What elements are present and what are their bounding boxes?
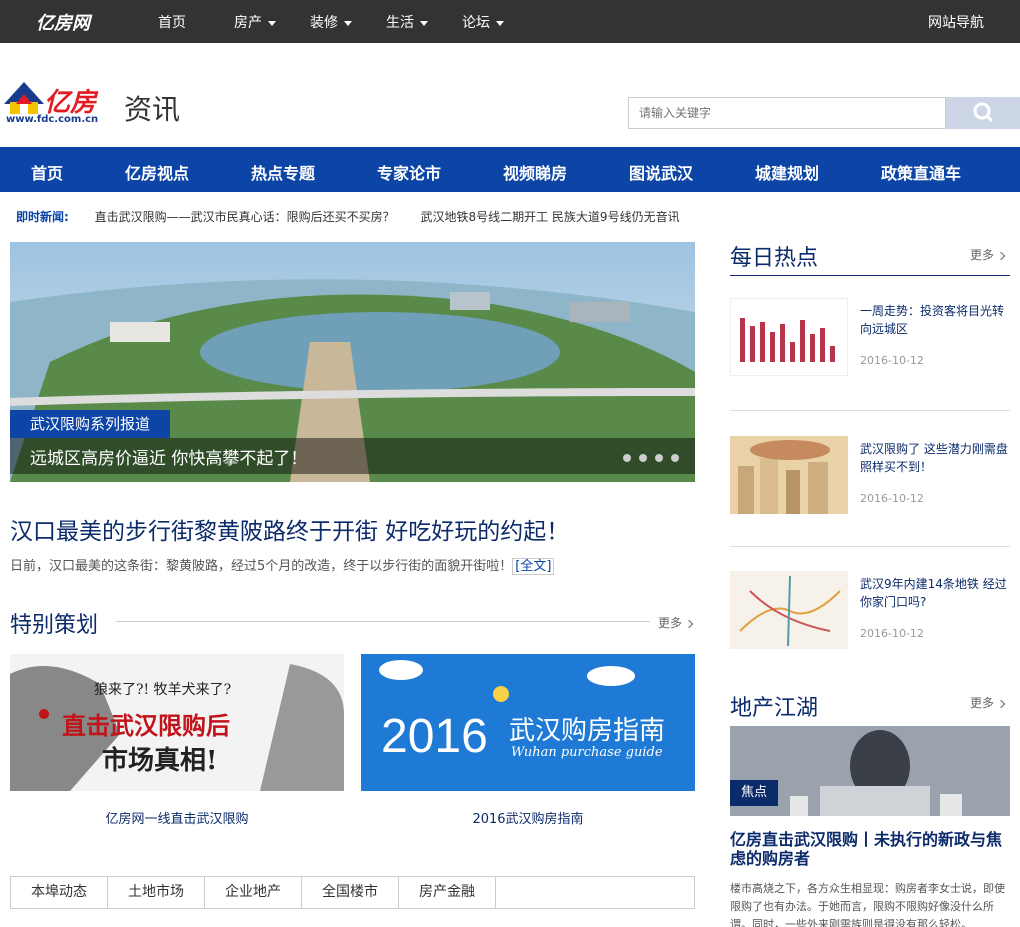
nav-item-expert[interactable]: 专家论市 <box>377 160 441 184</box>
chevron-right-icon <box>684 619 694 628</box>
banner-tag[interactable]: 武汉限购系列报道 <box>10 410 171 438</box>
hot-item: 一周走势：投资客将目光转向远城区 2016-10-12 <box>730 298 1010 378</box>
map-thumbnail <box>730 571 848 649</box>
hot-date: 2016-10-12 <box>860 492 924 505</box>
chevron-down-icon <box>268 20 276 26</box>
jianghu-more-link[interactable]: 更多 <box>970 694 1006 711</box>
feature-card-guide[interactable]: 2016 武汉购房指南 Wuhan purchase guide <box>361 654 695 791</box>
search-box <box>628 97 1020 129</box>
main-nav: 首页 亿房视点 热点专题 专家论市 视频睇房 图说武汉 城建规划 政策直通车 <box>0 147 1020 192</box>
topbar-item-life[interactable]: 生活 <box>386 12 428 32</box>
search-input[interactable] <box>628 97 946 129</box>
jianghu-headline[interactable]: 亿房直击武汉限购丨未执行的新政与焦虑的购房者 <box>730 830 1010 868</box>
top-bar: 亿房网 首页 房产 装修 生活 论坛 网站导航 <box>0 0 1020 43</box>
nav-item-photo[interactable]: 图说武汉 <box>629 160 693 184</box>
svg-text:武汉购房指南: 武汉购房指南 <box>509 716 665 746</box>
chevron-right-icon <box>996 251 1006 260</box>
slide-dot[interactable] <box>639 454 647 462</box>
chevron-down-icon <box>496 20 504 26</box>
hot-title[interactable]: 武汉9年内建14条地铁 经过你家门口吗? <box>860 575 1010 611</box>
buildings-thumbnail <box>730 436 848 514</box>
chevron-right-icon <box>996 699 1006 708</box>
tab-finance[interactable]: 房产金融 <box>399 877 496 908</box>
svg-text:市场真相!: 市场真相! <box>102 745 217 776</box>
search-button[interactable] <box>946 97 1020 129</box>
svg-text:狼来了?! 牧羊犬来了?: 狼来了?! 牧羊犬来了? <box>94 682 231 698</box>
topbar-item-decoration[interactable]: 装修 <box>310 12 352 32</box>
full-text-link[interactable]: [全文] <box>512 558 555 575</box>
slide-dot[interactable] <box>623 454 631 462</box>
page-title: 资讯 <box>124 93 181 126</box>
ticker-label: 即时新闻: <box>16 210 69 224</box>
news-ticker: 即时新闻: 直击武汉限购——武汉市民真心话：限购后还买不买房？ 武汉地铁8号线二… <box>16 208 702 225</box>
svg-text:Wuhan purchase guide: Wuhan purchase guide <box>511 745 663 760</box>
chevron-down-icon <box>344 20 352 26</box>
jianghu-section-title: 地产江湖 <box>730 696 819 721</box>
category-tabs: 本埠动态 土地市场 企业地产 全国楼市 房产金融 <box>10 876 695 909</box>
banner-dots <box>615 451 679 466</box>
topbar-item-property[interactable]: 房产 <box>234 12 276 32</box>
hot-thumb[interactable] <box>730 436 848 514</box>
nav-item-policy[interactable]: 政策直通车 <box>881 160 961 184</box>
tab-land-market[interactable]: 土地市场 <box>108 877 205 908</box>
hot-item: 武汉9年内建14条地铁 经过你家门口吗? 2016-10-12 <box>730 571 1010 651</box>
nav-item-viewpoint[interactable]: 亿房视点 <box>125 160 189 184</box>
logo-url: www.fdc.com.cn <box>6 114 99 125</box>
site-nav-link[interactable]: 网站导航 <box>928 12 984 32</box>
hot-title[interactable]: 武汉限购了 这些潜力刚需盘照样买不到！ <box>860 440 1010 476</box>
tab-local-news[interactable]: 本埠动态 <box>11 877 108 908</box>
topbar-brand[interactable]: 亿房网 <box>36 9 90 35</box>
nav-item-planning[interactable]: 城建规划 <box>755 160 819 184</box>
headline-summary: 日前，汉口最美的这条街：黎黄陂路，经过5个月的改造，终于以步行街的面貌开街啦！[… <box>10 555 555 575</box>
nav-item-home[interactable]: 首页 <box>31 160 63 184</box>
svg-text:2016: 2016 <box>381 710 488 763</box>
chart-thumbnail <box>730 298 848 376</box>
banner-slideshow[interactable]: 武汉限购系列报道 远城区高房价逼近 你快高攀不起了！ <box>10 242 695 482</box>
tab-national[interactable]: 全国楼市 <box>302 877 399 908</box>
feature-image: 狼来了?! 牧羊犬来了? 直击武汉限购后 市场真相! <box>10 654 344 791</box>
hot-date: 2016-10-12 <box>860 627 924 640</box>
special-more-link[interactable]: 更多 <box>658 614 694 631</box>
feature-image: 2016 武汉购房指南 Wuhan purchase guide <box>361 654 695 791</box>
ticker-item[interactable]: 武汉地铁8号线二期开工 民族大道9号线仍无音讯 <box>420 210 679 224</box>
banner-caption[interactable]: 远城区高房价逼近 你快高攀不起了！ <box>30 444 307 469</box>
hot-more-link[interactable]: 更多 <box>970 246 1006 263</box>
topbar-item-forum[interactable]: 论坛 <box>462 12 504 32</box>
ticker-item[interactable]: 直击武汉限购——武汉市民真心话：限购后还买不买房？ <box>95 210 395 224</box>
hot-thumb[interactable] <box>730 571 848 649</box>
hot-date: 2016-10-12 <box>860 354 924 367</box>
jianghu-summary: 楼市高烧之下，各方众生相显现：购房者李女士说，即使限购了也有办法。于她而言，限购… <box>730 882 1005 927</box>
feature-card-wolf[interactable]: 狼来了?! 牧羊犬来了? 直击武汉限购后 市场真相! <box>10 654 344 791</box>
hot-title[interactable]: 一周走势：投资客将目光转向远城区 <box>860 302 1010 338</box>
slide-dot[interactable] <box>655 454 663 462</box>
nav-item-hot-topics[interactable]: 热点专题 <box>251 160 315 184</box>
slide-dot[interactable] <box>671 454 679 462</box>
hot-item: 武汉限购了 这些潜力刚需盘照样买不到！ 2016-10-12 <box>730 436 1010 516</box>
feature-caption[interactable]: 亿房网一线直击武汉限购 <box>10 808 344 827</box>
svg-text:直击武汉限购后: 直击武汉限购后 <box>62 711 230 740</box>
nav-item-video[interactable]: 视频睇房 <box>503 160 567 184</box>
feature-caption[interactable]: 2016武汉购房指南 <box>361 808 695 827</box>
focus-tag: 焦点 <box>730 780 778 806</box>
chevron-down-icon <box>420 20 428 26</box>
hot-section-title: 每日热点 <box>730 246 819 271</box>
special-section-title: 特别策划 <box>10 613 99 638</box>
hot-thumb[interactable] <box>730 298 848 376</box>
tab-enterprise[interactable]: 企业地产 <box>205 877 302 908</box>
topbar-item-home[interactable]: 首页 <box>158 12 186 32</box>
headline-title[interactable]: 汉口最美的步行街黎黄陂路终于开街 好吃好玩的约起！ <box>10 512 569 546</box>
search-icon <box>973 102 994 123</box>
